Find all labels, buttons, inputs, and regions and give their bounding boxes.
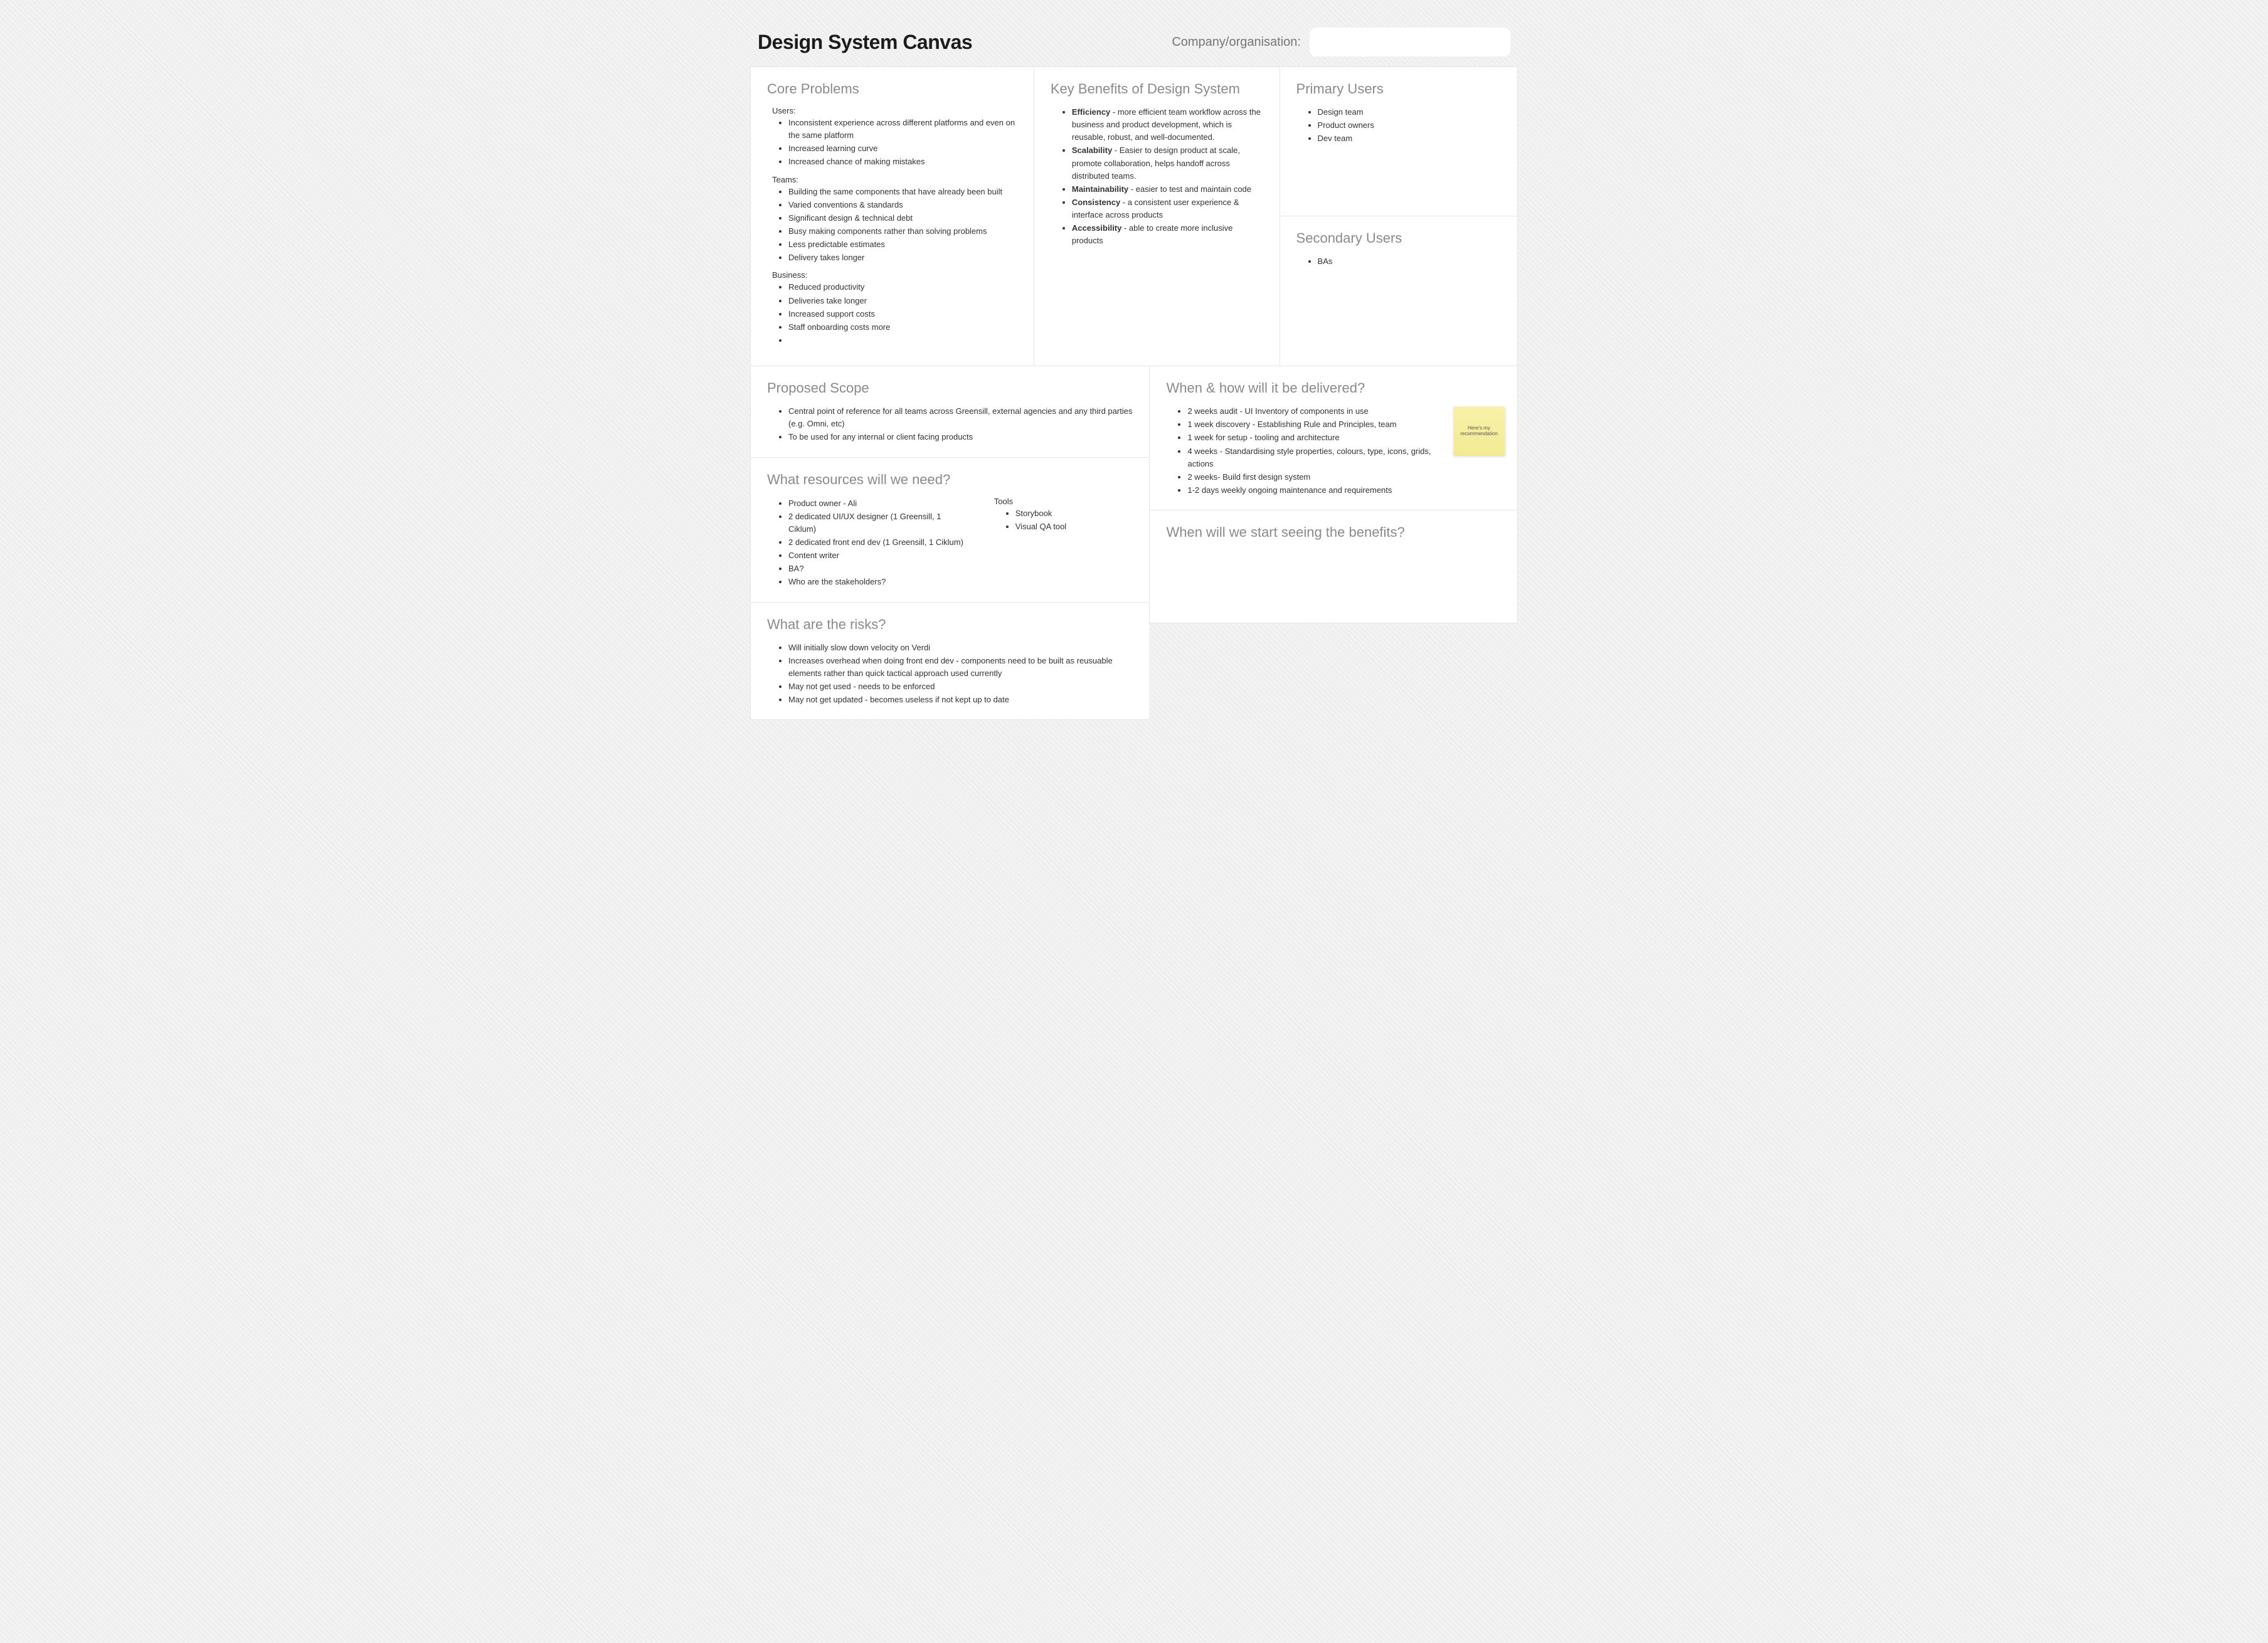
list-item: Visual QA tool bbox=[1015, 520, 1133, 533]
list-item: Scalability - Easier to design product a… bbox=[1072, 144, 1263, 182]
list-item: Efficiency - more efficient team workflo… bbox=[1072, 106, 1263, 144]
group-label: Users: bbox=[772, 106, 1017, 115]
canvas-outer: Design System Canvas Company/organisatio… bbox=[733, 15, 1535, 720]
list-item: Consistency - a consistent user experien… bbox=[1072, 196, 1263, 221]
resources-people-list: Product owner - Ali2 dedicated UI/UX des… bbox=[767, 497, 969, 589]
scope-list: Central point of reference for all teams… bbox=[767, 405, 1133, 443]
see-benefits-heading: When will we start seeing the benefits? bbox=[1166, 524, 1501, 541]
left-column: Proposed Scope Central point of referenc… bbox=[750, 366, 1149, 720]
group-label: Teams: bbox=[772, 175, 1017, 184]
list-item: Varied conventions & standards bbox=[788, 199, 1017, 211]
list-item: 2 dedicated UI/UX designer (1 Greensill,… bbox=[788, 510, 969, 536]
group-list: Inconsistent experience across different… bbox=[767, 117, 1017, 169]
list-item bbox=[788, 334, 1017, 347]
list-item: Less predictable estimates bbox=[788, 238, 1017, 251]
list-item: May not get used - needs to be enforced bbox=[788, 680, 1133, 693]
list-item: Reduced productivity bbox=[788, 281, 1017, 293]
list-item: Deliveries take longer bbox=[788, 295, 1017, 307]
list-item: Increased support costs bbox=[788, 308, 1017, 320]
list-item: Increases overhead when doing front end … bbox=[788, 655, 1133, 680]
secondary-users-cell: Secondary Users BAs bbox=[1280, 216, 1518, 366]
list-item: Staff onboarding costs more bbox=[788, 321, 1017, 334]
list-item: 1 week discovery - Establishing Rule and… bbox=[1187, 418, 1438, 431]
org-input[interactable] bbox=[1310, 28, 1510, 56]
list-item: Content writer bbox=[788, 549, 969, 562]
resources-tools-list: StorybookVisual QA tool bbox=[994, 507, 1133, 533]
key-benefits-cell: Key Benefits of Design System Efficiency… bbox=[1034, 66, 1280, 366]
list-item: Design team bbox=[1318, 106, 1501, 119]
list-item: Who are the stakeholders? bbox=[788, 576, 969, 588]
list-item: 2 dedicated front end dev (1 Greensill, … bbox=[788, 536, 969, 549]
org-label: Company/organisation: bbox=[1172, 35, 1301, 50]
list-item: 1 week for setup - tooling and architect… bbox=[1187, 431, 1438, 444]
delivery-cell: When & how will it be delivered? 2 weeks… bbox=[1149, 366, 1518, 510]
canvas-grid: Core Problems Users: Inconsistent experie… bbox=[750, 66, 1518, 720]
list-item: Product owners bbox=[1318, 119, 1501, 132]
row-2: Proposed Scope Central point of referenc… bbox=[750, 366, 1518, 720]
primary-users-cell: Primary Users Design teamProduct ownersD… bbox=[1280, 66, 1518, 216]
list-item: Increased learning curve bbox=[788, 142, 1017, 155]
see-benefits-cell: When will we start seeing the benefits? bbox=[1149, 510, 1518, 623]
delivery-heading: When & how will it be delivered? bbox=[1166, 380, 1501, 396]
secondary-users-list: BAs bbox=[1296, 255, 1501, 268]
resources-cell: What resources will we need? Product own… bbox=[750, 458, 1149, 603]
header: Design System Canvas Company/organisatio… bbox=[733, 15, 1535, 66]
list-item: 4 weeks - Standardising style properties… bbox=[1187, 445, 1438, 470]
sticky-note[interactable]: Here's my recommendation bbox=[1453, 406, 1505, 455]
right-column: When & how will it be delivered? 2 weeks… bbox=[1149, 366, 1518, 720]
scope-cell: Proposed Scope Central point of referenc… bbox=[750, 366, 1149, 457]
users-column: Primary Users Design teamProduct ownersD… bbox=[1280, 66, 1518, 366]
list-item: 2 weeks audit - UI Inventory of componen… bbox=[1187, 405, 1438, 418]
delivery-list: 2 weeks audit - UI Inventory of componen… bbox=[1166, 405, 1501, 497]
secondary-users-heading: Secondary Users bbox=[1296, 230, 1501, 246]
list-item: Significant design & technical debt bbox=[788, 212, 1017, 225]
core-problems-cell: Core Problems Users: Inconsistent experie… bbox=[750, 66, 1034, 366]
key-benefits-heading: Key Benefits of Design System bbox=[1051, 81, 1263, 97]
list-item: 2 weeks- Build first design system bbox=[1187, 471, 1438, 483]
list-item: BAs bbox=[1318, 255, 1501, 268]
list-item: Maintainability - easier to test and mai… bbox=[1072, 183, 1263, 196]
list-item: Will initially slow down velocity on Ver… bbox=[788, 642, 1133, 654]
list-item: BA? bbox=[788, 563, 969, 575]
list-item: Busy making components rather than solvi… bbox=[788, 225, 1017, 238]
list-item: Central point of reference for all teams… bbox=[788, 405, 1133, 430]
list-item: May not get updated - becomes useless if… bbox=[788, 694, 1133, 706]
resources-heading: What resources will we need? bbox=[767, 472, 1133, 488]
list-item: Inconsistent experience across different… bbox=[788, 117, 1017, 142]
org-field-wrap: Company/organisation: bbox=[1172, 28, 1510, 56]
list-item: Storybook bbox=[1015, 507, 1133, 520]
key-benefits-list: Efficiency - more efficient team workflo… bbox=[1051, 106, 1263, 248]
list-item: 1-2 days weekly ongoing maintenance and … bbox=[1187, 484, 1438, 497]
row-1: Core Problems Users: Inconsistent experie… bbox=[750, 66, 1518, 366]
scope-heading: Proposed Scope bbox=[767, 380, 1133, 396]
list-item: Accessibility - able to create more incl… bbox=[1072, 222, 1263, 247]
group-label: Business: bbox=[772, 270, 1017, 280]
primary-users-list: Design teamProduct ownersDev team bbox=[1296, 106, 1501, 145]
list-item: Delivery takes longer bbox=[788, 251, 1017, 264]
resources-tools-col: Tools StorybookVisual QA tool bbox=[994, 497, 1133, 589]
list-item: Product owner - Ali bbox=[788, 497, 969, 510]
page-title: Design System Canvas bbox=[758, 31, 972, 54]
core-problems-heading: Core Problems bbox=[767, 81, 1017, 97]
list-item: To be used for any internal or client fa… bbox=[788, 431, 1133, 443]
list-item: Building the same components that have a… bbox=[788, 186, 1017, 198]
primary-users-heading: Primary Users bbox=[1296, 81, 1501, 97]
tools-label: Tools bbox=[994, 497, 1133, 506]
risks-heading: What are the risks? bbox=[767, 616, 1133, 633]
list-item: Dev team bbox=[1318, 132, 1501, 145]
group-list: Building the same components that have a… bbox=[767, 186, 1017, 265]
list-item: Increased chance of making mistakes bbox=[788, 156, 1017, 168]
group-list: Reduced productivity Deliveries take long… bbox=[767, 281, 1017, 347]
risks-list: Will initially slow down velocity on Ver… bbox=[767, 642, 1133, 707]
risks-cell: What are the risks? Will initially slow … bbox=[750, 603, 1149, 721]
